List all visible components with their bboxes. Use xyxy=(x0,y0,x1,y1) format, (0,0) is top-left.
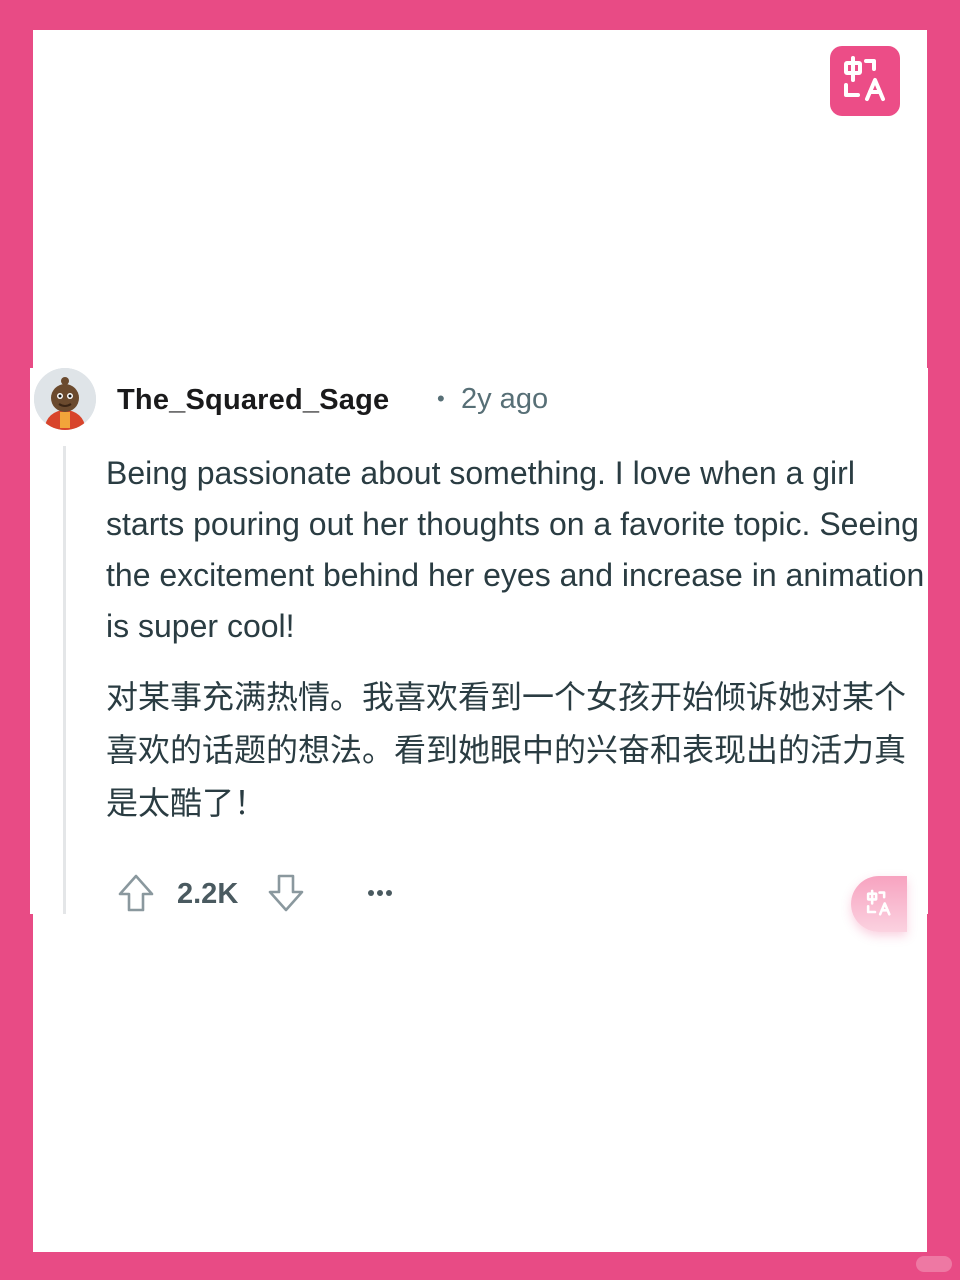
username[interactable]: The_Squared_Sage xyxy=(117,384,389,417)
meta-separator: • xyxy=(437,386,445,411)
timestamp: 2y ago xyxy=(461,383,549,415)
floating-translate-button[interactable] xyxy=(851,876,907,932)
translate-icon xyxy=(844,56,885,101)
comment: The_Squared_Sage • 2y ago Being passiona… xyxy=(30,368,928,914)
translate-icon xyxy=(866,889,891,916)
more-options-button[interactable] xyxy=(362,872,398,914)
avatar[interactable] xyxy=(34,368,96,430)
upvote-button[interactable] xyxy=(116,872,156,914)
thread-line[interactable] xyxy=(63,446,66,914)
comment-body-english: Being passionate about something. I love… xyxy=(106,455,925,644)
arrow-down-icon xyxy=(268,874,304,912)
downvote-button[interactable] xyxy=(266,872,306,914)
comment-actions: 2.2K xyxy=(116,872,436,916)
vote-score: 2.2K xyxy=(177,878,239,910)
more-horizontal-icon xyxy=(368,890,392,896)
translate-badge[interactable] xyxy=(830,46,900,116)
watermark xyxy=(916,1256,952,1272)
comment-body-chinese: 对某事充满热情。我喜欢看到一个女孩开始倾诉她对某个喜欢的话题的想法。看到她眼中的… xyxy=(106,679,907,821)
arrow-up-icon xyxy=(118,874,154,912)
